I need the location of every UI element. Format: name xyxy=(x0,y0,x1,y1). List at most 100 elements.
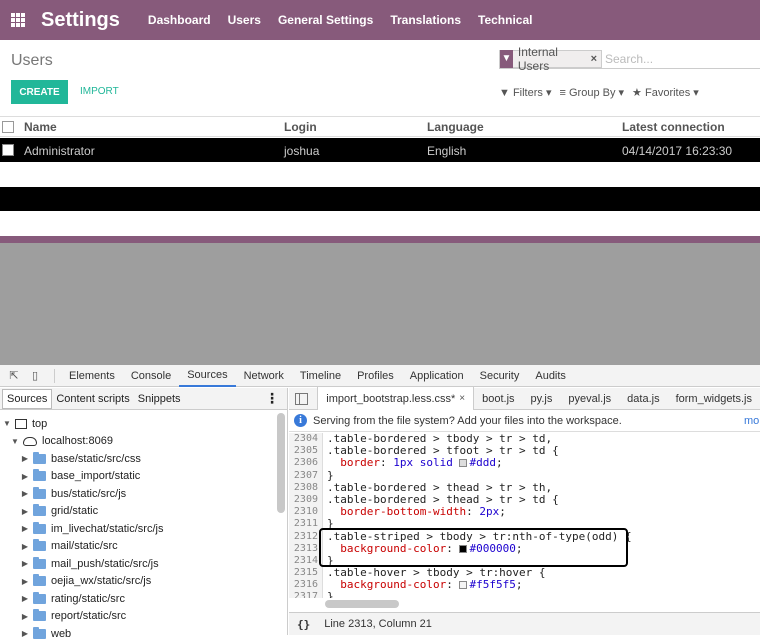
tree-item-folder[interactable]: ▶ rating/static/src xyxy=(0,590,276,608)
editor-tab-py[interactable]: py.js xyxy=(523,388,561,410)
line-number[interactable]: 2315 xyxy=(289,567,323,580)
tree-item-folder[interactable]: ▶ mail_push/static/src/js xyxy=(0,555,276,573)
line-number[interactable]: 2310 xyxy=(289,506,323,519)
navigator-tab-snippets[interactable]: Snippets xyxy=(134,389,185,409)
collapsed-triangle-icon: ▶ xyxy=(21,629,29,639)
nav-translations[interactable]: Translations xyxy=(390,13,461,27)
tab-network[interactable]: Network xyxy=(236,365,292,387)
line-number[interactable]: 2316 xyxy=(289,579,323,592)
tab-console[interactable]: Console xyxy=(123,365,179,387)
tree-item-host[interactable]: ▼ localhost:8069 xyxy=(0,433,276,451)
toolbar-divider xyxy=(54,368,55,383)
line-number[interactable]: 2305 xyxy=(289,445,323,458)
line-number[interactable]: 2314 xyxy=(289,554,323,568)
line-number[interactable]: 2313 xyxy=(289,542,323,555)
bars-icon: ≡ xyxy=(559,87,566,99)
nav-general-settings[interactable]: General Settings xyxy=(278,13,373,27)
line-number[interactable]: 2309 xyxy=(289,493,323,507)
cloud-icon xyxy=(23,436,37,446)
groupby-dropdown[interactable]: ≡ Group By ▾ xyxy=(560,86,625,99)
table-row[interactable]: Administrator joshua English 04/14/2017 … xyxy=(0,138,760,162)
tree-item-label: base_import/static xyxy=(51,470,141,483)
css-property: border-bottom-width xyxy=(340,505,467,519)
nav-users[interactable]: Users xyxy=(228,13,261,27)
column-latest-connection[interactable]: Latest connection xyxy=(622,120,725,134)
tree-item-folder[interactable]: ▶ base_import/static xyxy=(0,468,276,486)
nav-dashboard[interactable]: Dashboard xyxy=(148,13,211,27)
facet-label: Internal Users xyxy=(517,44,558,73)
favorites-dropdown[interactable]: ★ Favorites ▾ xyxy=(632,86,699,99)
line-number[interactable]: 2307 xyxy=(289,469,323,482)
color-swatch[interactable] xyxy=(459,459,468,468)
folder-icon xyxy=(33,591,46,604)
editor-tab-pyeval[interactable]: pyeval.js xyxy=(560,388,619,410)
overlay-strip xyxy=(0,236,760,243)
collapsed-triangle-icon: ▶ xyxy=(21,611,29,621)
tree-item-folder[interactable]: ▶ mail/static/src xyxy=(0,538,276,556)
column-name[interactable]: Name xyxy=(24,120,57,134)
line-number[interactable]: 2306 xyxy=(289,457,323,470)
device-toggle-icon[interactable]: ▯ xyxy=(28,370,42,382)
tree-item-folder[interactable]: ▶ oejia_wx/static/src/js xyxy=(0,573,276,591)
folder-icon xyxy=(33,504,46,517)
app-brand[interactable]: Settings xyxy=(41,9,120,32)
line-number[interactable]: 2312 xyxy=(289,530,323,543)
color-swatch[interactable] xyxy=(459,581,468,590)
column-login[interactable]: Login xyxy=(284,120,317,134)
pretty-print-button[interactable]: {} xyxy=(297,618,310,631)
css-value: 2px xyxy=(479,505,500,519)
tab-security[interactable]: Security xyxy=(472,365,528,387)
folder-icon xyxy=(33,521,46,534)
row-checkbox[interactable] xyxy=(2,144,14,156)
apps-menu-icon[interactable] xyxy=(11,13,25,27)
editor-horizontal-scrollbar[interactable] xyxy=(325,600,399,608)
tab-timeline[interactable]: Timeline xyxy=(292,365,349,387)
editor-tab-form-widgets[interactable]: form_widgets.js xyxy=(668,388,760,410)
info-icon: i xyxy=(294,414,307,427)
navigator-scrollbar[interactable] xyxy=(277,413,285,513)
import-button[interactable]: IMPORT xyxy=(80,86,119,97)
toggle-navigator-icon[interactable] xyxy=(295,392,309,405)
editor-tab-data[interactable]: data.js xyxy=(619,388,667,410)
tree-item-folder[interactable]: ▶ base/static/src/css xyxy=(0,450,276,468)
tab-profiles[interactable]: Profiles xyxy=(349,365,402,387)
tab-audits[interactable]: Audits xyxy=(527,365,574,387)
more-link[interactable]: more xyxy=(744,415,760,427)
tab-elements[interactable]: Elements xyxy=(61,365,123,387)
color-swatch[interactable] xyxy=(459,544,468,553)
tree-item-folder[interactable]: ▶ im_livechat/static/src/js xyxy=(0,520,276,538)
collapsed-triangle-icon: ▶ xyxy=(21,541,29,551)
tree-item-folder[interactable]: ▶ report/static/src xyxy=(0,608,276,626)
editor-tab-boot[interactable]: boot.js xyxy=(474,388,522,410)
filters-dropdown[interactable]: ▼ Filters ▾ xyxy=(499,86,552,99)
line-number[interactable]: 2308 xyxy=(289,481,323,494)
tree-item-folder[interactable]: ▶ bus/static/src/js xyxy=(0,485,276,503)
select-all-checkbox[interactable] xyxy=(2,121,14,133)
search-input[interactable] xyxy=(605,51,760,66)
folder-icon xyxy=(33,556,46,569)
line-number[interactable]: 2317 xyxy=(289,591,323,598)
tree-item-label: mail/static/src xyxy=(51,540,118,553)
inspect-icon[interactable]: ⇱ xyxy=(7,370,21,382)
code-area[interactable]: 2304 .table-bordered > tbody > tr > td, 2… xyxy=(289,433,760,598)
more-options-icon[interactable]: ⋮ xyxy=(265,390,279,407)
tree-item-top[interactable]: ▼ top xyxy=(0,415,276,433)
close-icon[interactable]: × xyxy=(459,393,465,404)
line-number[interactable]: 2311 xyxy=(289,518,323,531)
editor-tab-import-bootstrap[interactable]: import_bootstrap.less.css* × xyxy=(317,387,475,410)
navigator-tab-sources[interactable]: Sources xyxy=(2,388,53,409)
tab-application[interactable]: Application xyxy=(402,365,472,387)
tree-item-label: bus/static/src/js xyxy=(51,487,127,500)
tree-item-folder[interactable]: ▶ web xyxy=(0,625,276,643)
create-button[interactable]: CREATE xyxy=(11,80,68,104)
tab-sources[interactable]: Sources xyxy=(179,365,236,387)
navigator-tab-content-scripts[interactable]: Content scripts xyxy=(52,389,133,409)
favorites-label: Favorites xyxy=(644,87,691,99)
tree-item-folder[interactable]: ▶ grid/static xyxy=(0,503,276,521)
nav-technical[interactable]: Technical xyxy=(478,13,532,27)
editor-tabs: import_bootstrap.less.css* × boot.js py.j… xyxy=(289,387,760,410)
column-language[interactable]: Language xyxy=(427,120,484,134)
tree-item-label: top xyxy=(32,417,48,430)
facet-close-icon[interactable]: × xyxy=(591,53,601,65)
line-number[interactable]: 2304 xyxy=(289,433,323,446)
